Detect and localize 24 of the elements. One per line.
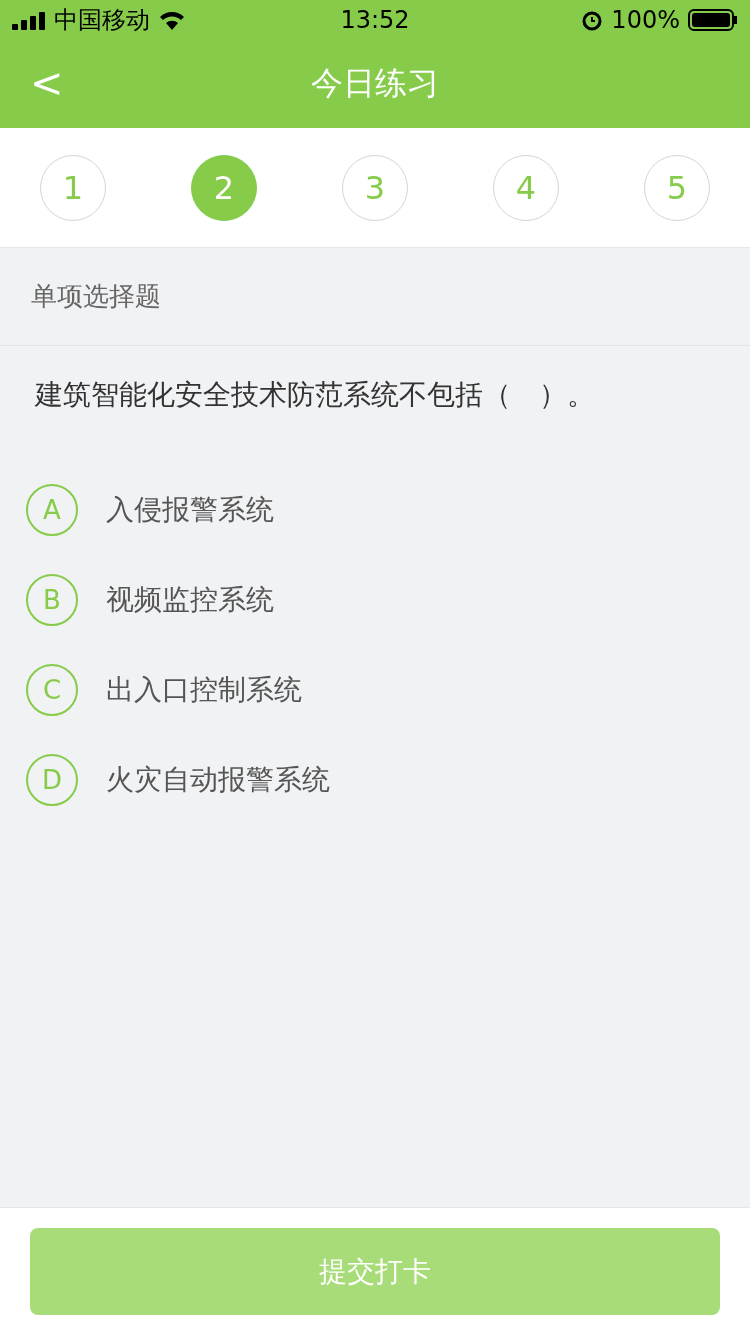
option-letter[interactable]: B <box>26 574 78 626</box>
option-text[interactable]: 视频监控系统 <box>106 581 274 619</box>
signal-icon <box>12 10 46 30</box>
question-text: 建筑智能化安全技术防范系统不包括（ ）。 <box>35 378 595 411</box>
option-letter[interactable]: A <box>26 484 78 536</box>
question-number[interactable]: 1 <box>40 154 106 221</box>
back-button[interactable]: < <box>22 60 72 106</box>
question-number[interactable]: 4 <box>493 154 559 221</box>
clock-time: 13:52 <box>340 6 410 34</box>
question-type: 单项选择题 <box>31 280 161 313</box>
page-title: 今日练习 <box>311 63 439 104</box>
question-number[interactable]: 5 <box>644 154 710 221</box>
alarm-icon <box>581 9 604 31</box>
battery-percent: 100% <box>611 6 680 34</box>
option-letter[interactable]: C <box>26 664 78 716</box>
carrier-name: 中国移动 <box>54 5 150 36</box>
question-number[interactable]: 3 <box>342 154 408 221</box>
option-text[interactable]: 火灾自动报警系统 <box>106 761 330 799</box>
question-number[interactable]: 2 <box>191 154 257 221</box>
wifi-icon <box>158 10 186 30</box>
battery-icon <box>688 9 738 31</box>
option-letter[interactable]: D <box>26 754 78 806</box>
option-text[interactable]: 出入口控制系统 <box>106 671 302 709</box>
option-text[interactable]: 入侵报警系统 <box>106 491 274 529</box>
